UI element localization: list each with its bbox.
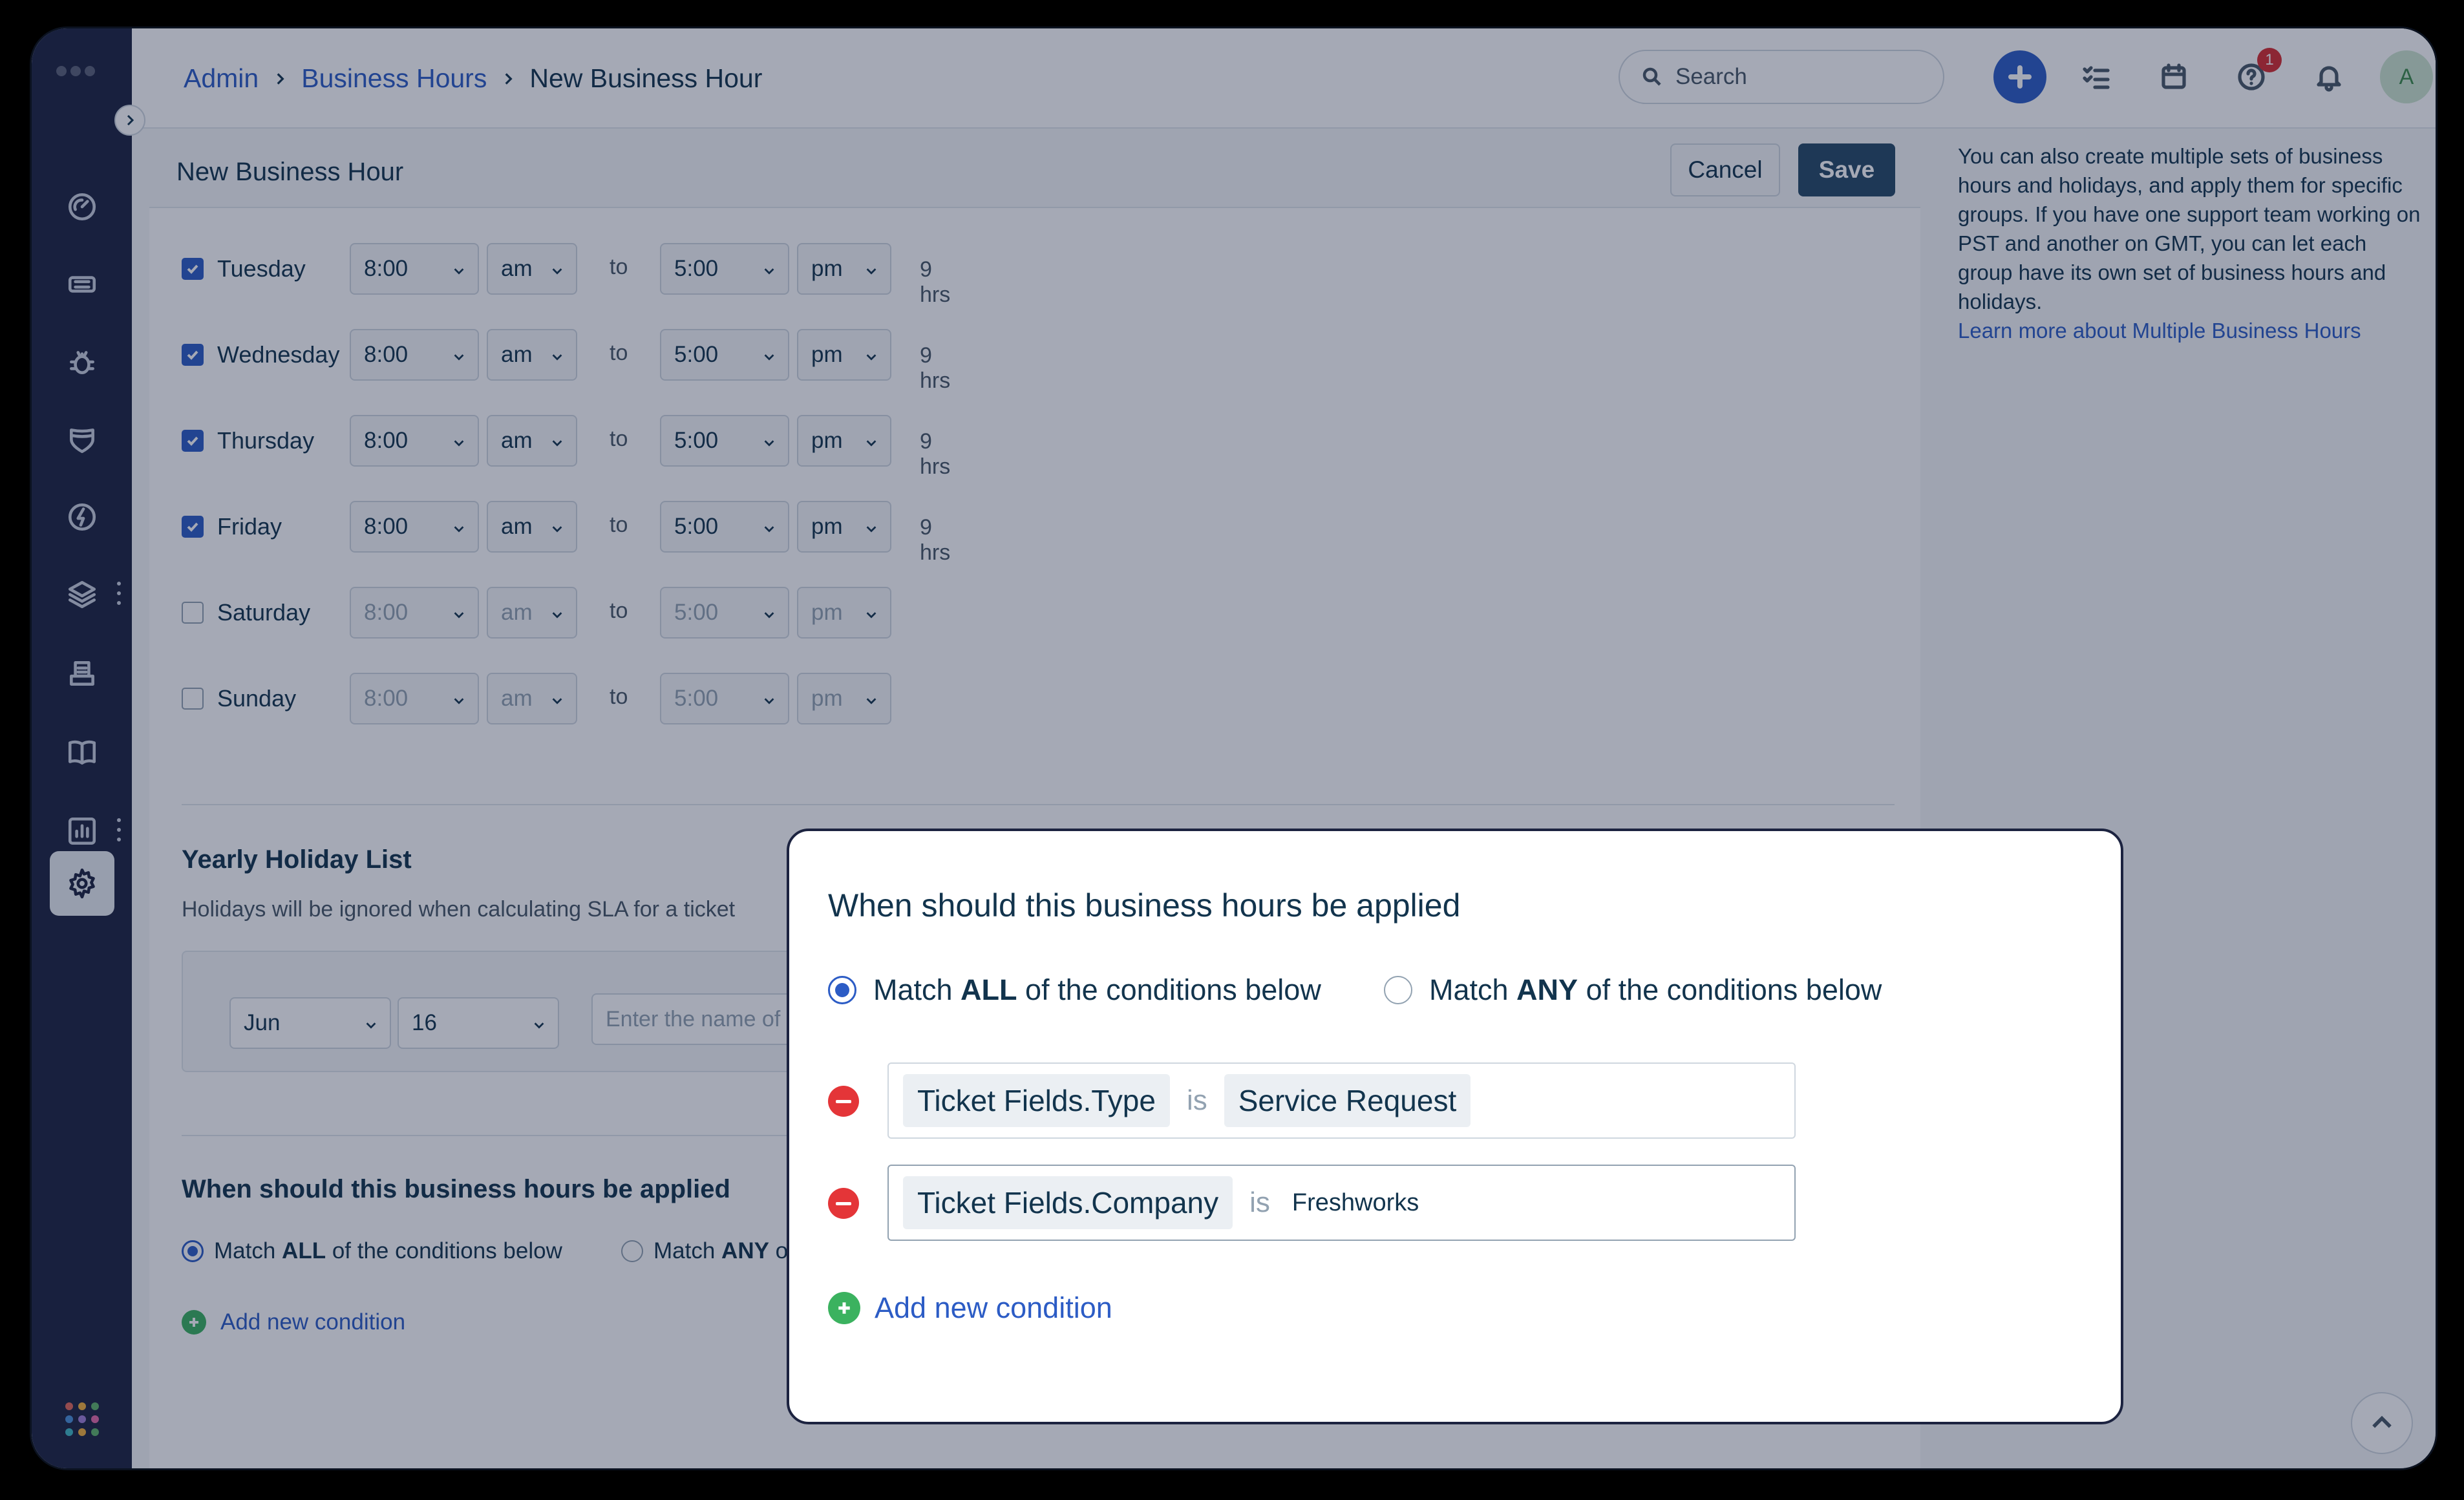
condition-row: Ticket Fields.Type is Service Request (828, 1062, 1796, 1140)
condition-field[interactable]: Ticket Fields.Company (903, 1176, 1233, 1229)
condition-box[interactable]: Ticket Fields.Type is Service Request (887, 1062, 1796, 1139)
modal-match-any-label: Match ANY of the conditions below (1429, 973, 1882, 1006)
add-circle-icon (828, 1292, 860, 1324)
condition-value-input[interactable]: Freshworks (1292, 1189, 1419, 1217)
app-window: Admin Business Hours New Business Hour S… (30, 26, 2437, 1470)
modal-add-condition-label: Add new condition (875, 1291, 1112, 1324)
modal-add-condition-link[interactable]: Add new condition (828, 1291, 1112, 1325)
conditions-modal: When should this business hours be appli… (787, 829, 2123, 1424)
remove-condition-icon[interactable] (828, 1086, 859, 1117)
modal-match-all-radio[interactable] (828, 976, 856, 1004)
modal-match-all-option[interactable]: Match ALL of the conditions below (828, 973, 1321, 1007)
condition-box[interactable]: Ticket Fields.Company is Freshworks (887, 1165, 1796, 1241)
condition-value[interactable]: Service Request (1224, 1074, 1471, 1127)
condition-row: Ticket Fields.Company is Freshworks (828, 1165, 1796, 1242)
condition-field[interactable]: Ticket Fields.Type (903, 1074, 1170, 1127)
modal-match-all-label: Match ALL of the conditions below (873, 973, 1321, 1006)
modal-match-any-radio[interactable] (1384, 976, 1412, 1004)
modal-title: When should this business hours be appli… (828, 887, 1461, 924)
condition-operator: is (1249, 1187, 1270, 1218)
modal-match-any-option[interactable]: Match ANY of the conditions below (1384, 973, 1882, 1007)
condition-operator: is (1186, 1084, 1207, 1116)
remove-condition-icon[interactable] (828, 1188, 859, 1219)
